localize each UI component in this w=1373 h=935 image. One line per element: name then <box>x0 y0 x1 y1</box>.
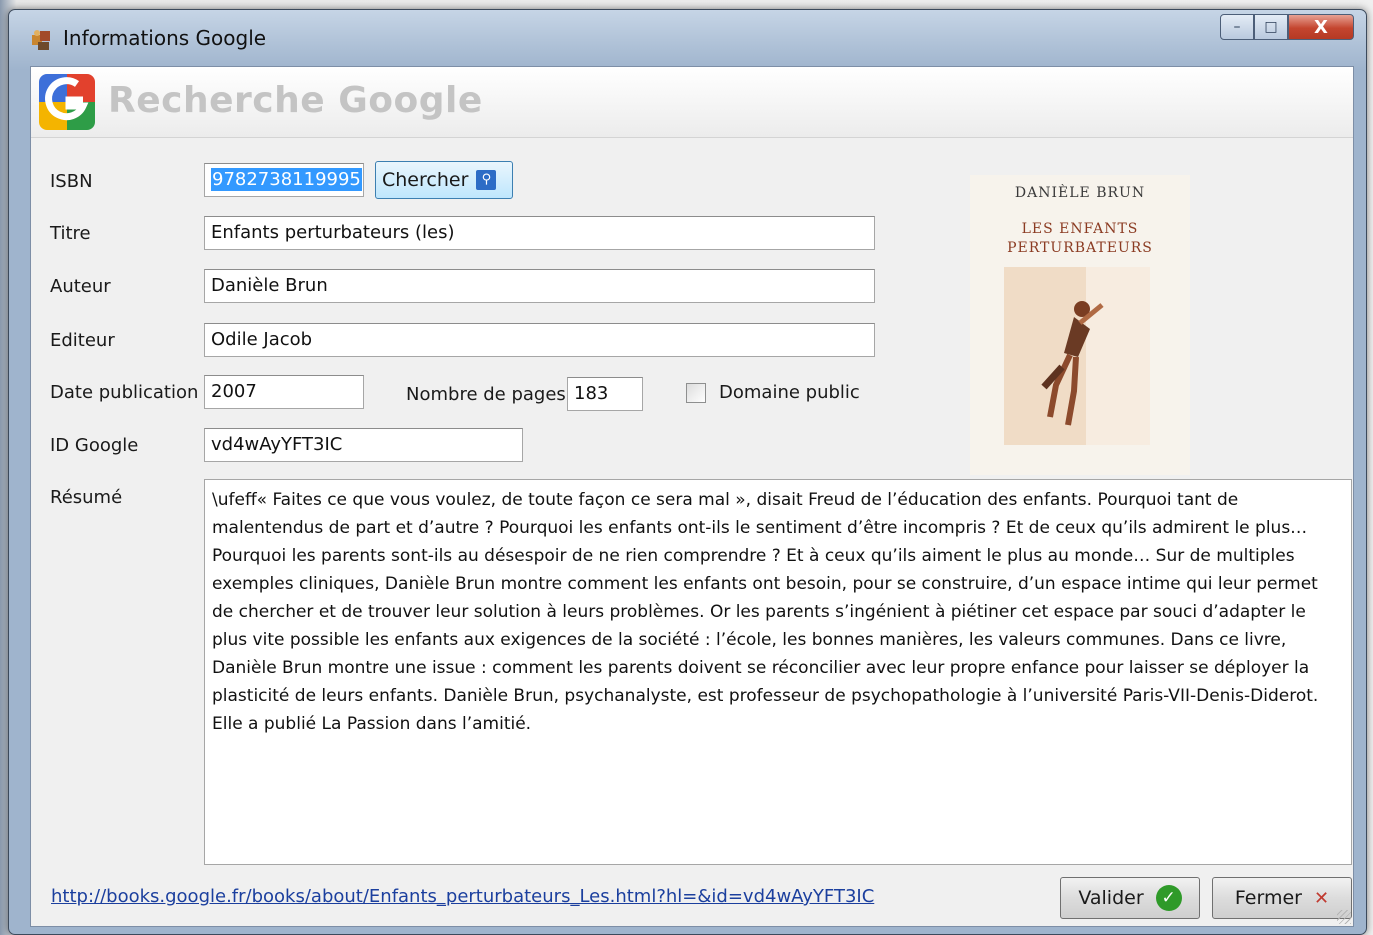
resume-label: Résumé <box>50 487 123 508</box>
close-button[interactable]: X <box>1288 14 1354 40</box>
fermer-button-label: Fermer <box>1234 887 1302 909</box>
red-x-icon: ✕ <box>1313 887 1330 909</box>
isbn-input-value: 9782738119995 <box>211 168 362 191</box>
minimize-button[interactable]: – <box>1220 14 1254 40</box>
chercher-button-label: Chercher <box>382 169 469 191</box>
fermer-button[interactable]: Fermer ✕ <box>1212 877 1352 919</box>
dialog-body: Recherche Google ISBN 9782738119995 Cher… <box>30 66 1354 927</box>
titre-input[interactable]: Enfants perturbateurs (les) <box>204 216 875 250</box>
title-bar[interactable]: Informations Google – □ X <box>9 10 1366 66</box>
date-publication-label: Date publication <box>50 382 199 403</box>
domaine-public-checkbox[interactable] <box>686 383 706 403</box>
chercher-button[interactable]: Chercher ⚲ <box>375 161 513 199</box>
date-publication-input[interactable]: 2007 <box>204 375 364 409</box>
cover-title: LES ENFANTS PERTURBATEURS <box>970 220 1190 258</box>
google-books-link[interactable]: http://books.google.fr/books/about/Enfan… <box>51 886 874 907</box>
valider-button-label: Valider <box>1078 887 1144 909</box>
dialog-window: Informations Google – □ X Recherche Goog… <box>8 9 1367 935</box>
titre-label: Titre <box>50 223 91 244</box>
resize-grip[interactable] <box>1337 910 1351 924</box>
nombre-pages-input[interactable]: 183 <box>567 377 643 411</box>
header-title: Recherche Google <box>108 80 483 121</box>
editeur-label: Editeur <box>50 330 115 351</box>
cover-title-line1: LES ENFANTS <box>1021 221 1139 237</box>
magnifier-icon: ⚲ <box>476 170 497 190</box>
google-logo-icon <box>39 74 95 130</box>
window-controls: – □ X <box>1220 14 1354 40</box>
nombre-pages-label: Nombre de pages <box>406 384 566 405</box>
book-cover-image: DANIÈLE BRUN LES ENFANTS PERTURBATEURS <box>970 175 1190 475</box>
header-band: Recherche Google <box>31 67 1353 138</box>
cover-illustration <box>1004 267 1150 445</box>
cover-title-line2: PERTURBATEURS <box>1007 240 1153 256</box>
id-google-input[interactable]: vd4wAyYFT3IC <box>204 428 523 462</box>
cover-author: DANIÈLE BRUN <box>1014 185 1146 201</box>
isbn-input[interactable]: 9782738119995 <box>204 163 364 197</box>
domaine-public-label[interactable]: Domaine public <box>719 382 860 403</box>
id-google-label: ID Google <box>50 435 139 456</box>
resume-textarea[interactable]: \ufeff« Faites ce que vous voulez, de to… <box>204 479 1352 865</box>
valider-button[interactable]: Valider ✓ <box>1060 877 1200 919</box>
auteur-input[interactable]: Danièle Brun <box>204 269 875 303</box>
auteur-label: Auteur <box>50 276 111 297</box>
editeur-input[interactable]: Odile Jacob <box>204 323 875 357</box>
green-check-icon: ✓ <box>1155 885 1182 911</box>
maximize-button[interactable]: □ <box>1254 14 1288 40</box>
puzzle-icon <box>32 30 50 50</box>
window-title: Informations Google <box>63 26 267 50</box>
isbn-label: ISBN <box>50 171 93 192</box>
